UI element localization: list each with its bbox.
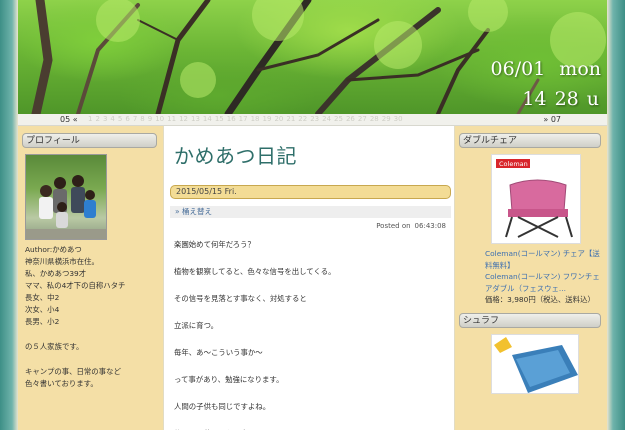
profile-photo (25, 154, 107, 240)
calendar-day-link[interactable]: 9 (148, 115, 152, 123)
header-date: 06/01 mon (491, 58, 601, 80)
profile-line: Author:かめあつ (25, 245, 82, 254)
profile-line: ママ、私の4才下の自称ハタチ (25, 281, 126, 290)
double-chair-product-image[interactable]: Coleman (491, 154, 581, 244)
posted-info: Posted on 06:43:08 (376, 222, 446, 230)
profile-line: 色々書いております。 (25, 379, 98, 388)
calendar-day-link[interactable]: 12 (179, 115, 188, 123)
entry-line: って事があり、勉強になります。 (174, 375, 284, 384)
profile-line: キャンプの事、日常の事など (25, 367, 121, 376)
header-hour: 14 (522, 88, 547, 110)
calendar-day-link[interactable]: 5 (118, 115, 122, 123)
calendar-day-link[interactable]: 26 (346, 115, 355, 123)
shurafu-widget-title: シュラフ (459, 312, 601, 328)
header-weekday: mon (559, 58, 601, 80)
left-sidebar: プロフィール Author:かめあつ神奈川県横浜市在住。 私、かめあつ39才ママ、… (18, 126, 163, 430)
calendar-day-link[interactable]: 15 (215, 115, 224, 123)
profile-line (25, 328, 163, 341)
calendar-day-link[interactable]: 11 (167, 115, 176, 123)
header-unit: u (586, 88, 599, 110)
right-sidebar: ダブルチェア Coleman Coleman(コールマン) チェア【送料無料】 … (455, 126, 607, 430)
calendar-day-link[interactable]: 22 (298, 115, 307, 123)
tree-photo (31, 0, 606, 114)
entry-line: その信号を見落とす事なく、対処すると (174, 294, 307, 303)
coleman-logo-text: Coleman (499, 160, 528, 168)
calendar-day-link[interactable]: 13 (191, 115, 200, 123)
profile-line: の５人家族です。 (25, 342, 84, 351)
calendar-day-link[interactable]: 1 (88, 115, 92, 123)
calendar-bar: 05 « 1 2 3 4 5 6 7 8 9 10 11 12 13 14 15 16 17 18 19 20 21 22… (18, 114, 607, 126)
blog-title[interactable]: かめあつ日記 (174, 140, 297, 169)
entry-line: 立派に育つ。 (174, 321, 219, 330)
calendar-day-link[interactable]: 4 (110, 115, 114, 123)
calendar-day-link[interactable]: 28 (370, 115, 379, 123)
calendar-day-link[interactable]: 10 (155, 115, 164, 123)
entry-title[interactable]: » 桶え替え (170, 206, 451, 218)
main-column: かめあつ日記 2015/05/15 Fri. » 桶え替え Posted on 0… (163, 126, 455, 430)
posted-label: Posted on (376, 222, 411, 230)
calendar-day-link[interactable]: 29 (382, 115, 391, 123)
calendar-next-link[interactable]: » 07 (543, 115, 561, 124)
entry-line: 植物を観察してると、色々な信号を出してくる。 (174, 267, 336, 276)
calendar-day-link[interactable]: 25 (334, 115, 343, 123)
calendar-day-link[interactable]: 14 (203, 115, 212, 123)
entry-line: 楽園始めて何年だろう？ (174, 240, 255, 249)
profile-line: 長女、中2 (25, 293, 60, 302)
profile-line: 神奈川県横浜市在住。 (25, 257, 99, 266)
entry-line: 人間の子供も同じですよね。 (174, 402, 271, 411)
calendar-day-link[interactable]: 16 (227, 115, 236, 123)
posted-time: 06:43:08 (414, 222, 446, 230)
calendar-day-link[interactable]: 19 (263, 115, 272, 123)
calendar-day-link[interactable]: 24 (322, 115, 331, 123)
calendar-day-link[interactable]: 30 (394, 115, 403, 123)
profile-line: 次女、小4 (25, 305, 60, 314)
entry-date-bar: 2015/05/15 Fri. (170, 185, 451, 199)
profile-line (25, 353, 163, 366)
chair-illustration: Coleman (496, 159, 573, 238)
calendar-day-link[interactable]: 3 (103, 115, 107, 123)
calendar-day-link[interactable]: 23 (310, 115, 319, 123)
product-link-1[interactable]: Coleman(コールマン) チェア【送料無料】 (485, 248, 603, 271)
shurafu-product-image[interactable] (491, 333, 579, 394)
header-time: 14 28 u (522, 88, 599, 110)
calendar-day-link[interactable]: 20 (274, 115, 283, 123)
calendar-day-link[interactable]: 6 (125, 115, 129, 123)
blog-page: 06/01 mon 14 28 u 05 « 1 2 3 4 5 6 7 8 9 10 11 12 13 14 1… (18, 0, 607, 430)
calendar-day-link[interactable]: 7 (133, 115, 137, 123)
profile-line: 私、かめあつ39才 (25, 269, 87, 278)
header-minute: 28 (554, 88, 579, 110)
double-chair-widget-title: ダブルチェア (459, 133, 601, 148)
calendar-day-link[interactable]: 18 (251, 115, 260, 123)
entry-line: 毎年、あ〜こういう事か〜 (174, 348, 263, 357)
profile-description: Author:かめあつ神奈川県横浜市在住。 私、かめあつ39才ママ、私の4才下の自… (25, 244, 163, 390)
calendar-day-link[interactable]: 17 (239, 115, 248, 123)
sleeping-bag-illustration (494, 336, 578, 393)
calendar-day-link[interactable]: 2 (95, 115, 99, 123)
product-price: 価格：3,980円（税込、送料込） (485, 295, 595, 304)
calendar-prev-link[interactable]: 05 « (60, 115, 78, 124)
header-banner: 06/01 mon 14 28 u (18, 0, 607, 114)
profile-line: 長男、小2 (25, 317, 60, 326)
header-date-value: 06/01 (490, 58, 546, 80)
product-link-2[interactable]: Coleman(コールマン) フワンチェアダブル（フェスウェ... (485, 271, 603, 294)
calendar-day-link[interactable]: 21 (286, 115, 295, 123)
calendar-days: 1 2 3 4 5 6 7 8 9 10 11 12 13 14 15 16 17 18 19 20 21 22 23 24 2… (88, 115, 403, 123)
calendar-day-link[interactable]: 8 (140, 115, 144, 123)
family-photo-illustration (26, 175, 106, 239)
calendar-day-link[interactable]: 27 (358, 115, 367, 123)
profile-widget-title: プロフィール (22, 133, 157, 148)
double-chair-product-text: Coleman(コールマン) チェア【送料無料】 Coleman(コールマン) … (485, 248, 603, 306)
